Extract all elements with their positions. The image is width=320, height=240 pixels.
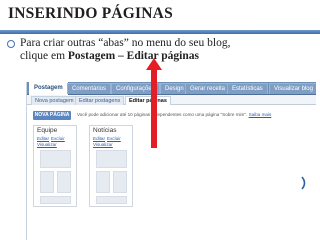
tab-visualizar-blog[interactable]: Visualizar blog <box>269 83 316 94</box>
delete-link[interactable]: Excluir <box>51 136 65 141</box>
bullet-line-2: clique em Postagem – Editar páginas <box>20 50 310 63</box>
layout-placeholder <box>40 171 54 193</box>
view-link[interactable]: Visualizar <box>93 142 113 147</box>
layout-placeholder <box>40 150 71 168</box>
tab-postagem[interactable]: Postagem <box>29 82 68 95</box>
red-arrow-icon <box>146 58 162 148</box>
delete-link[interactable]: Excluir <box>107 136 121 141</box>
subtab-nova-postagem[interactable]: Nova postagem <box>31 96 78 105</box>
page-card-title: Equipe <box>37 127 58 134</box>
bullet-text: Para criar outras “abas” no menu do seu … <box>20 37 310 63</box>
page-card-equipe: Equipe Editar Excluir Visualizar <box>33 125 77 207</box>
tab-comentarios[interactable]: Comentários <box>67 83 112 94</box>
blogger-subtab-bar: Nova postagem Editar postagens Editar pá… <box>27 95 316 105</box>
slide-title: INSERINDO PÁGINAS <box>8 5 173 22</box>
bullet-line-1: Para criar outras “abas” no menu do seu … <box>20 37 231 49</box>
layout-placeholder <box>40 196 71 204</box>
tab-gerar-receita[interactable]: Gerar receita <box>185 83 231 94</box>
page-card-actions: Editar Excluir Visualizar <box>37 136 67 148</box>
page-card-noticias: Notícias Editar Excluir Visualizar <box>89 125 133 207</box>
new-page-button[interactable]: NOVA PÁGINA <box>33 111 71 120</box>
pages-info-text: Você pode adicionar até 10 páginas indep… <box>77 112 248 117</box>
layout-placeholder <box>96 150 127 168</box>
layout-placeholder <box>57 171 71 193</box>
edit-link[interactable]: Editar <box>37 136 49 141</box>
layout-placeholder <box>96 171 110 193</box>
edit-link[interactable]: Editar <box>93 136 105 141</box>
bullet-line-2-prefix: clique em <box>20 50 68 62</box>
slide-nav-arc-icon <box>301 176 306 190</box>
layout-placeholder <box>113 171 127 193</box>
title-underline <box>0 30 320 34</box>
bullet-icon <box>7 40 15 48</box>
blogger-tab-bar: Postagem Comentários Configurações Desig… <box>27 82 316 95</box>
tab-estatisticas[interactable]: Estatísticas <box>227 83 268 94</box>
view-link[interactable]: Visualizar <box>37 142 57 147</box>
layout-placeholder <box>96 196 127 204</box>
blogger-screenshot: Postagem Comentários Configurações Desig… <box>26 82 316 240</box>
bullet-line-2-bold: Postagem – Editar páginas <box>67 50 199 62</box>
learn-more-link[interactable]: Saiba mais <box>249 112 272 117</box>
pages-info: Você pode adicionar até 10 páginas indep… <box>77 112 316 117</box>
page-card-actions: Editar Excluir Visualizar <box>93 136 123 148</box>
subtab-editar-postagens[interactable]: Editar postagens <box>75 96 125 105</box>
page-card-title: Notícias <box>93 127 117 134</box>
